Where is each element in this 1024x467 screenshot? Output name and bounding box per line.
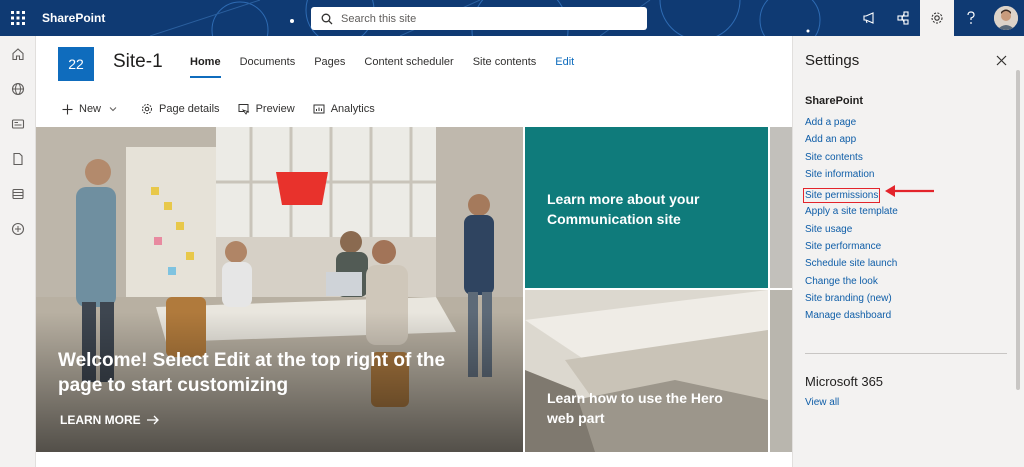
link-site-contents[interactable]: Site contents bbox=[805, 151, 898, 168]
search-input[interactable] bbox=[341, 12, 621, 25]
brand-name[interactable]: SharePoint bbox=[42, 0, 105, 36]
close-panel-button[interactable] bbox=[993, 52, 1009, 68]
nav-documents[interactable]: Documents bbox=[240, 56, 296, 78]
account-button[interactable] bbox=[988, 0, 1024, 36]
search-box[interactable] bbox=[311, 7, 647, 30]
gear-icon bbox=[142, 104, 153, 114]
appbar-lists[interactable] bbox=[0, 176, 36, 211]
news-icon bbox=[11, 118, 25, 129]
site-title[interactable]: Site-1 bbox=[113, 51, 163, 73]
sharepoint-heading: SharePoint bbox=[805, 95, 864, 107]
link-site-branding[interactable]: Site branding (new) bbox=[805, 292, 898, 309]
hero-tile-communication-title: Learn more about your Communication site bbox=[547, 191, 700, 227]
close-icon bbox=[996, 55, 1006, 65]
search-icon bbox=[321, 13, 333, 24]
chevron-down-icon bbox=[109, 107, 117, 112]
preview-label: Preview bbox=[255, 103, 295, 115]
command-bar: New Page details Preview Analytics bbox=[62, 103, 393, 115]
page-details-label: Page details bbox=[159, 103, 220, 115]
analytics-icon bbox=[313, 104, 325, 114]
link-site-performance[interactable]: Site performance bbox=[805, 240, 898, 257]
link-site-usage[interactable]: Site usage bbox=[805, 223, 898, 240]
waffle-icon bbox=[11, 11, 25, 25]
app-launcher-button[interactable] bbox=[0, 0, 36, 36]
add-circle-icon bbox=[11, 222, 25, 235]
annotation-arrow-icon bbox=[885, 185, 934, 197]
nav-home[interactable]: Home bbox=[190, 56, 221, 78]
new-button[interactable]: New bbox=[62, 103, 123, 115]
megaphone-icon bbox=[863, 12, 874, 24]
learn-more-label: LEARN MORE bbox=[60, 413, 141, 427]
suite-header-icons bbox=[852, 0, 1024, 36]
appbar-sites[interactable] bbox=[0, 71, 36, 106]
preview-icon bbox=[238, 104, 249, 115]
hero-tile-hero-webpart-title: Learn how to use the Hero web part bbox=[547, 390, 723, 426]
analytics-label: Analytics bbox=[330, 103, 375, 115]
suite-bar: SharePoint bbox=[0, 0, 1024, 36]
link-schedule-site-launch[interactable]: Schedule site launch bbox=[805, 257, 898, 274]
appbar-news[interactable] bbox=[0, 106, 36, 141]
link-apply-site-template[interactable]: Apply a site template bbox=[805, 205, 898, 222]
feedback-button[interactable] bbox=[852, 0, 886, 36]
file-icon bbox=[13, 152, 23, 165]
sharepoint-settings-links: Add a page Add an app Site contents Site… bbox=[803, 116, 898, 327]
preview-button[interactable]: Preview bbox=[238, 103, 295, 115]
link-change-the-look[interactable]: Change the look bbox=[805, 275, 898, 292]
hero-tile-hero-webpart[interactable]: Learn how to use the Hero web part bbox=[525, 290, 768, 452]
view-all-link[interactable]: View all bbox=[805, 397, 839, 408]
site-canvas: 22 Site-1 Home Documents Pages Content s… bbox=[36, 36, 792, 467]
site-logo[interactable]: 22 bbox=[58, 47, 94, 81]
share-network-icon bbox=[897, 11, 909, 25]
app-bar bbox=[0, 36, 36, 467]
link-site-information[interactable]: Site information bbox=[805, 168, 898, 185]
gear-icon bbox=[931, 12, 943, 24]
arrow-right-icon bbox=[146, 415, 159, 425]
plus-icon bbox=[62, 104, 73, 114]
settings-button[interactable] bbox=[920, 0, 954, 36]
page-details-button[interactable]: Page details bbox=[141, 103, 220, 115]
share-button[interactable] bbox=[886, 0, 920, 36]
globe-icon bbox=[11, 82, 25, 95]
help-icon bbox=[967, 11, 975, 24]
appbar-files[interactable] bbox=[0, 141, 36, 176]
microsoft-365-heading: Microsoft 365 bbox=[805, 374, 884, 389]
panel-scrollbar[interactable] bbox=[1016, 70, 1020, 390]
home-icon bbox=[12, 47, 24, 60]
site-navigation: Home Documents Pages Content scheduler S… bbox=[190, 56, 593, 78]
learn-more-link[interactable]: LEARN MORE bbox=[60, 413, 160, 427]
settings-panel: Settings SharePoint Add a page Add an ap… bbox=[792, 36, 1024, 467]
nav-site-contents[interactable]: Site contents bbox=[473, 56, 537, 78]
link-add-an-app[interactable]: Add an app bbox=[805, 133, 898, 150]
hero-main-tile[interactable]: Welcome! Select Edit at the top right of… bbox=[36, 127, 523, 452]
appbar-home[interactable] bbox=[0, 36, 36, 71]
appbar-create[interactable] bbox=[0, 211, 36, 246]
analytics-button[interactable]: Analytics bbox=[313, 103, 375, 115]
hero-tile-third[interactable] bbox=[770, 127, 792, 288]
link-site-permissions[interactable]: Site permissions bbox=[803, 188, 881, 204]
hero-tile-communication[interactable]: Learn more about your Communication site bbox=[525, 127, 768, 288]
link-manage-dashboard[interactable]: Manage dashboard bbox=[805, 309, 898, 326]
new-label: New bbox=[79, 103, 102, 115]
hero-web-part: Welcome! Select Edit at the top right of… bbox=[36, 127, 792, 452]
user-avatar bbox=[994, 6, 1018, 30]
list-icon bbox=[12, 188, 24, 199]
help-button[interactable] bbox=[954, 0, 988, 36]
hero-tile-fourth[interactable] bbox=[770, 290, 792, 452]
nav-content-scheduler[interactable]: Content scheduler bbox=[364, 56, 453, 78]
nav-edit-link[interactable]: Edit bbox=[555, 56, 574, 78]
nav-pages[interactable]: Pages bbox=[314, 56, 345, 78]
link-add-a-page[interactable]: Add a page bbox=[805, 116, 898, 133]
hero-main-title: Welcome! Select Edit at the top right of… bbox=[58, 350, 446, 396]
panel-divider bbox=[805, 353, 1007, 354]
settings-panel-title: Settings bbox=[805, 52, 860, 69]
